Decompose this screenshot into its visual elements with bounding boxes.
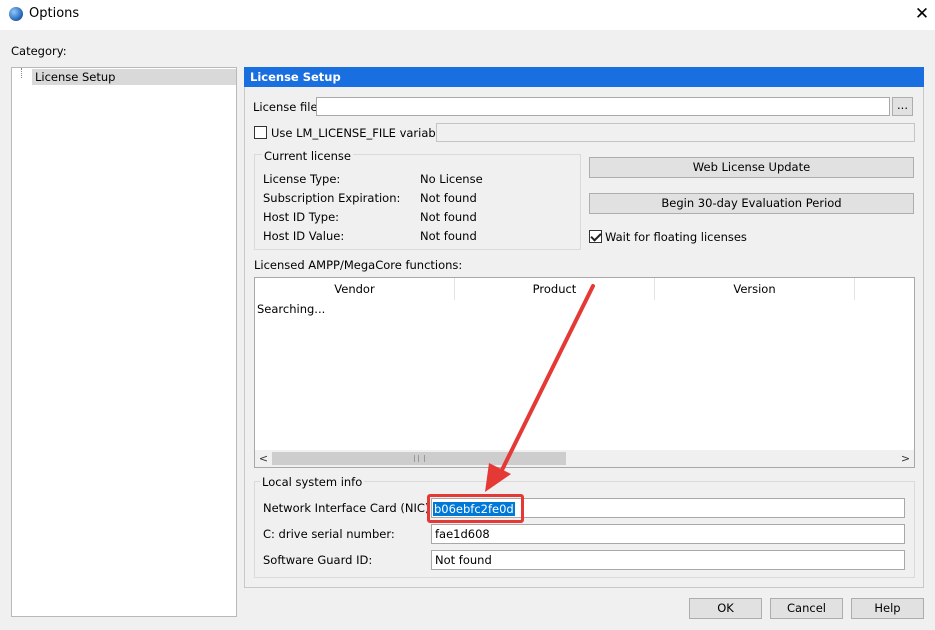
cancel-button[interactable]: Cancel: [770, 598, 843, 619]
help-button[interactable]: Help: [851, 598, 924, 619]
annotation-arrow-icon: [485, 284, 595, 492]
ok-button[interactable]: OK: [689, 598, 762, 619]
